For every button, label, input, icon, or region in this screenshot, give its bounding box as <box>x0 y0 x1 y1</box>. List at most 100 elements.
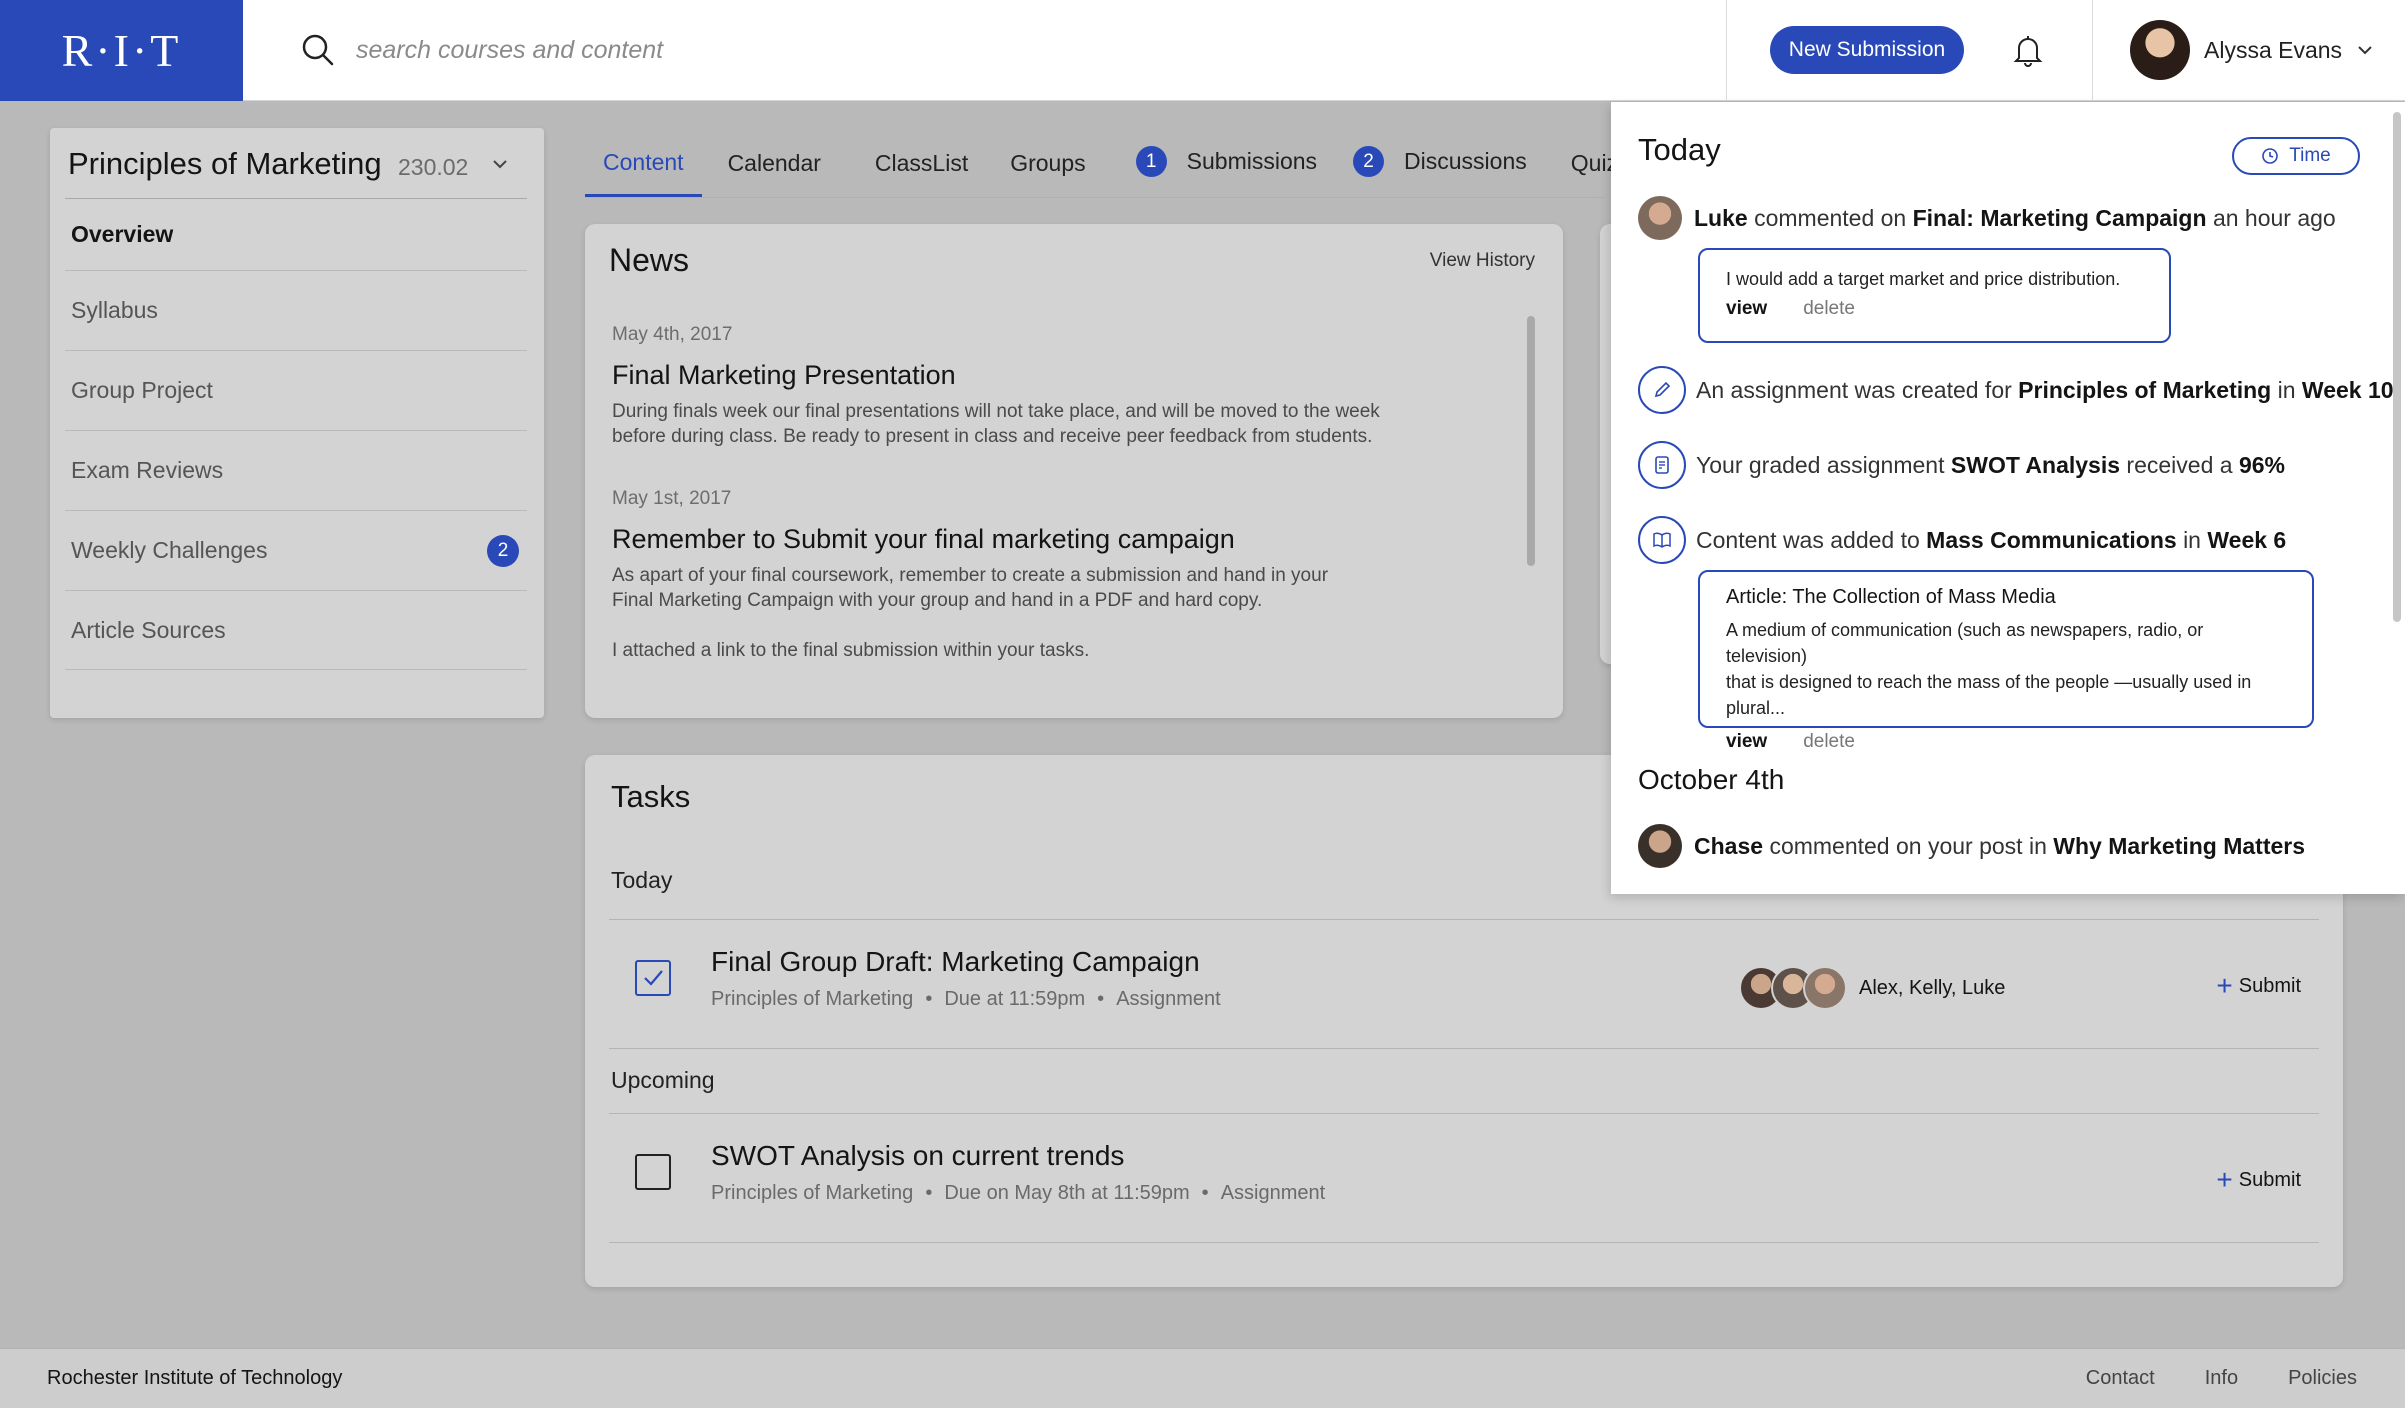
article-actions: view delete <box>1726 731 2286 753</box>
view-link[interactable]: view <box>1726 298 1767 320</box>
notification-course: Principles of Marketing <box>2018 376 2272 403</box>
notifications-date-heading: October 4th <box>1638 764 1785 795</box>
course-nav-label: Weekly Challenges <box>71 537 268 563</box>
task-title[interactable]: Final Group Draft: Marketing Campaign <box>711 946 1200 978</box>
footer-link-info[interactable]: Info <box>2205 1367 2238 1390</box>
group-members: Alex, Kelly, Luke <box>1859 977 2006 999</box>
course-nav-overview[interactable]: Overview <box>65 198 527 270</box>
view-history-link[interactable]: View History <box>1430 250 1535 272</box>
news-headline[interactable]: Remember to Submit your final marketing … <box>612 524 1432 555</box>
tab-calendar[interactable]: Calendar <box>710 150 839 197</box>
tasks-title: Tasks <box>611 779 691 814</box>
submit-button[interactable]: + Submit <box>2216 1164 2301 1196</box>
avatar <box>1638 196 1682 240</box>
news-body: During finals week our final presentatio… <box>612 401 1380 447</box>
submit-label: Submit <box>2238 1168 2301 1191</box>
tab-label: Groups <box>1010 150 1086 176</box>
notification-week: Week 10 <box>2301 376 2394 403</box>
tab-discussions[interactable]: 2 Discussions <box>1335 146 1545 197</box>
tab-label: Content <box>603 149 684 175</box>
news-item: May 1st, 2017 Remember to Submit your fi… <box>612 488 1432 663</box>
course-title[interactable]: Principles of Marketing <box>68 146 382 182</box>
search-bar[interactable] <box>300 28 1100 72</box>
rit-logo[interactable]: R·I·T <box>0 0 243 101</box>
notification-text: Content was added to <box>1696 526 1920 553</box>
notification-text: commented on your post in <box>1769 832 2047 859</box>
task-checkbox[interactable] <box>635 1154 671 1190</box>
pencil-icon <box>1638 366 1686 414</box>
avatar <box>1638 824 1682 868</box>
chevron-down-icon <box>2358 46 2372 55</box>
news-headline[interactable]: Final Marketing Presentation <box>612 360 1432 391</box>
article-excerpt: that is designed to reach the mass of th… <box>1726 672 2252 718</box>
delete-link[interactable]: delete <box>1803 731 1855 753</box>
comment-text: I would add a target market and price di… <box>1726 269 2121 289</box>
article-excerpt: A medium of communication (such as newsp… <box>1726 620 2204 666</box>
footer-link-contact[interactable]: Contact <box>2086 1367 2155 1390</box>
footer-org: Rochester Institute of Technology <box>47 1367 343 1389</box>
article-title[interactable]: Article: The Collection of Mass Media <box>1726 586 2286 609</box>
count-badge: 2 <box>487 534 519 567</box>
view-link[interactable]: view <box>1726 731 1767 753</box>
course-nav-article-sources[interactable]: Article Sources <box>65 590 527 670</box>
course-nav-weekly-challenges[interactable]: Weekly Challenges 2 <box>65 510 527 590</box>
notification-user: Luke <box>1694 204 1748 231</box>
scrollbar[interactable] <box>1527 316 1535 566</box>
news-item: May 4th, 2017 Final Marketing Presentati… <box>612 324 1432 449</box>
task-course: Principles of Marketing <box>711 988 914 1010</box>
course-nav-label: Overview <box>71 221 174 247</box>
news-card: News View History May 4th, 2017 Final Ma… <box>585 224 1563 718</box>
notification-target: Why Marketing Matters <box>2053 832 2306 859</box>
tab-content[interactable]: Content <box>585 149 702 197</box>
tab-label: ClassList <box>874 150 969 176</box>
notification-item[interactable]: Content was added to Mass Communications… <box>1638 516 2286 564</box>
footer-links: Contact Info Policies <box>2036 1367 2357 1390</box>
notification-course: Mass Communications <box>1926 526 2177 553</box>
count-badge: 1 <box>1135 146 1167 177</box>
notification-target: Final: Marketing Campaign <box>1912 204 2207 231</box>
course-nav-exam-reviews[interactable]: Exam Reviews <box>65 430 527 510</box>
task-row: SWOT Analysis on current trends Principl… <box>609 1114 2319 1242</box>
comment-box: I would add a target market and price di… <box>1698 248 2171 343</box>
scrollbar[interactable] <box>2393 112 2401 622</box>
task-meta: Principles of Marketing • Due at 11:59pm • A… <box>711 988 1221 1010</box>
notifications-today-heading: Today <box>1638 132 1721 167</box>
course-nav-group-project[interactable]: Group Project <box>65 350 527 430</box>
course-panel: Principles of Marketing 230.02 Overview … <box>50 128 544 718</box>
tab-label: Submissions <box>1186 148 1318 174</box>
top-bar: R·I·T New Submission Alyssa Evans <box>0 0 2405 101</box>
clock-icon <box>2262 148 2279 164</box>
submit-label: Submit <box>2238 974 2301 997</box>
task-due: Due at 11:59pm <box>944 988 1086 1010</box>
news-body: As apart of your final coursework, remem… <box>612 565 1329 661</box>
delete-link[interactable]: delete <box>1803 298 1855 320</box>
task-title[interactable]: SWOT Analysis on current trends <box>711 1140 1124 1172</box>
tab-groups[interactable]: Groups <box>992 150 1103 197</box>
task-checkbox[interactable] <box>635 960 671 996</box>
notification-text: commented on <box>1754 204 1907 231</box>
user-name: Alyssa Evans <box>2204 36 2343 63</box>
news-title: News <box>609 242 690 278</box>
task-due: Due on May 8th at 11:59pm <box>944 1182 1190 1204</box>
new-submission-button[interactable]: New Submission <box>1770 26 1964 74</box>
course-tabs: Content Calendar ClassList Groups 1 Submi… <box>585 128 1654 198</box>
search-input[interactable] <box>356 35 1056 65</box>
tab-classlist[interactable]: ClassList <box>857 150 986 197</box>
notification-item[interactable]: Your graded assignment SWOT Analysis rec… <box>1638 441 2285 489</box>
footer-link-policies[interactable]: Policies <box>2288 1367 2357 1390</box>
course-code: 230.02 <box>398 154 469 180</box>
user-menu[interactable]: Alyssa Evans <box>2130 18 2374 82</box>
section-today: Today <box>611 867 673 893</box>
course-nav-label: Article Sources <box>71 616 226 643</box>
course-nav-syllabus[interactable]: Syllabus <box>65 270 527 350</box>
submit-button[interactable]: + Submit <box>2216 970 2301 1002</box>
notification-item[interactable]: Chase commented on your post in Why Mark… <box>1638 824 2305 868</box>
chevron-down-icon[interactable] <box>490 154 510 174</box>
bell-icon[interactable] <box>2010 32 2046 68</box>
tab-submissions[interactable]: 1 Submissions <box>1118 146 1335 197</box>
time-filter-button[interactable]: Time <box>2232 137 2360 175</box>
notification-item[interactable]: Luke commented on Final: Marketing Campa… <box>1638 196 2336 240</box>
notifications-panel: Today Time Luke commented on Final: Mark… <box>1611 102 2405 894</box>
book-icon <box>1638 516 1686 564</box>
notification-item[interactable]: An assignment was created for Principles… <box>1638 366 2394 414</box>
